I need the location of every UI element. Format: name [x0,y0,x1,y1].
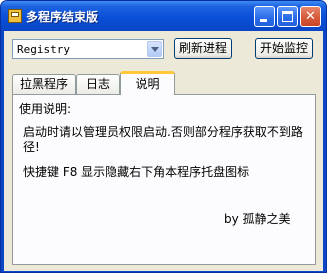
process-combobox-value: Registry [17,43,70,56]
app-window: 多程序结束版 ✕ Registry 刷新进程 开始监控 拉黑程序 日志 说明 使… [0,0,327,273]
title-bar[interactable]: 多程序结束版 ✕ [1,1,326,31]
usage-heading: 使用说明: [19,102,72,116]
refresh-processes-button[interactable]: 刷新进程 [174,38,232,59]
tab-strip: 拉黑程序 日志 说明 [12,71,316,95]
window-title: 多程序结束版 [26,10,99,24]
client-area: Registry 刷新进程 开始监控 拉黑程序 日志 说明 使用说明: 启动时请… [4,31,323,271]
maximize-button[interactable] [277,6,298,27]
process-combobox[interactable]: Registry [12,39,164,59]
tab-blacklist[interactable]: 拉黑程序 [12,74,76,94]
hotkey-note: 快捷键 F8 显示隐藏右下角本程序托盘图标 [23,165,250,179]
minimize-icon [260,19,267,22]
maximize-icon [282,11,293,22]
description-panel: 使用说明: 启动时请以管理员权限启动.否则部分程序获取不到路径! 快捷键 F8 … [12,94,316,265]
start-monitor-button[interactable]: 开始监控 [255,38,313,59]
chevron-down-icon[interactable] [147,41,162,57]
app-icon [8,9,22,23]
close-button[interactable]: ✕ [300,6,321,27]
close-icon: ✕ [305,9,316,24]
tab-description[interactable]: 说明 [120,71,175,95]
tab-log[interactable]: 日志 [76,74,120,94]
admin-note: 启动时请以管理员权限启动.否则部分程序获取不到路径! [23,125,303,154]
minimize-button[interactable] [254,6,275,27]
author-credit: by 孤静之美 [224,212,291,226]
